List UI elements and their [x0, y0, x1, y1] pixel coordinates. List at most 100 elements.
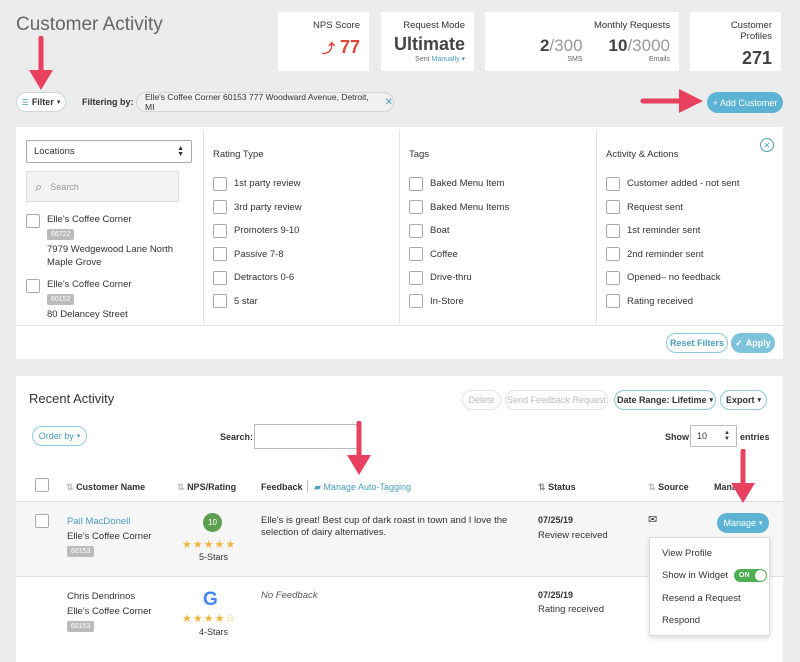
column-source[interactable]: ⇅ Source	[648, 482, 689, 493]
tag-checkbox[interactable]	[409, 294, 423, 309]
rating-type-title: Rating Type	[213, 149, 264, 160]
stars-label: 4-Stars	[199, 627, 229, 637]
manage-button[interactable]: Manage ▾	[717, 513, 769, 533]
rating-checkbox[interactable]	[213, 247, 227, 262]
location-checkbox[interactable]	[26, 214, 40, 228]
row-checkbox[interactable]	[35, 514, 49, 528]
feedback-text: No Feedback	[261, 590, 318, 601]
tag-option[interactable]: In-Store	[409, 290, 509, 314]
activity-option[interactable]: 2nd reminder sent	[606, 243, 739, 267]
rating-checkbox[interactable]	[213, 176, 227, 191]
rating-checkbox[interactable]	[213, 223, 227, 238]
annotation-arrow	[347, 421, 371, 475]
rating-checkbox[interactable]	[213, 270, 227, 285]
rating-option[interactable]: 5 star	[213, 290, 302, 314]
filtering-by-label: Filtering by:	[82, 97, 134, 107]
rating-option[interactable]: 3rd party review	[213, 196, 302, 220]
show-in-widget-label: Show in Widget	[662, 570, 729, 582]
menu-item-resend-request[interactable]: Resend a Request	[650, 587, 769, 610]
location-name: Elle's Coffee Corner	[47, 279, 132, 290]
date-range-label: Date Range: Lifetime	[616, 395, 707, 405]
table-search-input[interactable]	[254, 424, 360, 449]
location-search-input[interactable]: ⌕ Search	[26, 171, 179, 202]
tag-checkbox[interactable]	[409, 200, 423, 215]
column-nps-rating[interactable]: ⇅ NPS/Rating	[177, 482, 236, 493]
customer-profiles-label: Customer Profiles	[730, 20, 772, 42]
date-range-button[interactable]: Date Range: Lifetime ▾	[614, 390, 716, 410]
location-item[interactable]: Elle's Coffee Corner 66722 7979 Wedgewoo…	[26, 214, 196, 268]
select-arrows-icon: ▲ ▼	[177, 144, 184, 158]
activity-option[interactable]: Rating received	[606, 290, 739, 314]
tag-checkbox[interactable]	[409, 176, 423, 191]
rating-option-label: 5 star	[234, 295, 258, 307]
caret-down-icon: ▾	[759, 520, 763, 527]
send-feedback-request-button[interactable]: Send Feedback Request	[505, 390, 608, 410]
status-date: 07/25/19	[538, 590, 574, 600]
rating-option[interactable]: Promoters 9-10	[213, 219, 302, 243]
column-customer-name[interactable]: ⇅ Customer Name	[66, 482, 145, 493]
email-used: 10	[608, 36, 628, 55]
rating-option[interactable]: Detractors 0-6	[213, 266, 302, 290]
activity-column: Activity & Actions Customer added - not …	[606, 149, 739, 313]
search-icon: ⌕	[35, 178, 43, 194]
tag-checkbox[interactable]	[409, 270, 423, 285]
tag-option-label: Drive-thru	[430, 272, 472, 284]
tag-checkbox[interactable]	[409, 247, 423, 262]
activity-checkbox[interactable]	[606, 223, 620, 238]
tag-option[interactable]: Boat	[409, 219, 509, 243]
divider	[203, 130, 204, 324]
tag-option[interactable]: Baked Menu Item	[409, 172, 509, 196]
column-status[interactable]: ⇅ Status	[538, 482, 576, 493]
rating-checkbox[interactable]	[213, 294, 227, 309]
tag-option[interactable]: Drive-thru	[409, 266, 509, 290]
nps-score-badge: 10	[203, 513, 222, 532]
rating-option[interactable]: 1st party review	[213, 172, 302, 196]
close-filters-icon[interactable]: ✕	[760, 138, 774, 152]
tag-option[interactable]: Coffee	[409, 243, 509, 267]
tag-option[interactable]: Baked Menu Items	[409, 196, 509, 220]
tag-checkbox[interactable]	[409, 223, 423, 238]
locations-select[interactable]: Locations ▲ ▼	[26, 140, 192, 163]
filter-button[interactable]: ☰ Filter ▾	[16, 92, 66, 112]
activity-checkbox[interactable]	[606, 176, 620, 191]
show-in-widget-toggle[interactable]: ON	[734, 569, 768, 583]
select-all-checkbox[interactable]	[35, 478, 49, 492]
manage-dropdown-menu: View Profile Show in Widget ON Resend a …	[649, 537, 770, 636]
reset-filters-button[interactable]: Reset Filters	[666, 333, 728, 353]
activity-checkbox[interactable]	[606, 247, 620, 262]
rating-checkbox[interactable]	[213, 200, 227, 215]
customer-name-link[interactable]: Pail MacDonell	[67, 516, 152, 527]
activity-option[interactable]: 1st reminder sent	[606, 219, 739, 243]
close-icon[interactable]: ✕	[385, 97, 393, 108]
email-icon: ✉	[648, 514, 658, 526]
menu-item-view-profile[interactable]: View Profile	[650, 542, 769, 565]
add-customer-button[interactable]: + Add Customer	[707, 92, 783, 113]
location-name: Elle's Coffee Corner	[47, 214, 132, 225]
customer-name[interactable]: Chris Dendrinos	[67, 591, 152, 602]
apply-button[interactable]: ✓ Apply	[731, 333, 775, 353]
location-item[interactable]: Elle's Coffee Corner 60152 80 Delancey S…	[26, 279, 196, 322]
entries-select[interactable]: 10 ▲ ▼	[690, 425, 737, 447]
menu-item-show-in-widget[interactable]: Show in Widget ON	[650, 565, 769, 588]
email-total: /3000	[627, 36, 670, 55]
export-button[interactable]: Export ▾	[720, 390, 767, 410]
manage-auto-tagging-link[interactable]: ▰ Manage Auto-Tagging	[314, 482, 411, 493]
rating-option[interactable]: Passive 7-8	[213, 243, 302, 267]
activity-checkbox[interactable]	[606, 270, 620, 285]
toggle-knob	[755, 570, 767, 582]
activity-option[interactable]: Opened– no feedback	[606, 266, 739, 290]
activity-option[interactable]: Request sent	[606, 196, 739, 220]
tag-option-label: Baked Menu Items	[430, 201, 510, 213]
order-by-button[interactable]: Order by ▾	[32, 426, 87, 446]
request-mode-link[interactable]: Manually	[432, 56, 460, 63]
activity-checkbox[interactable]	[606, 294, 620, 309]
menu-item-respond[interactable]: Respond	[650, 610, 769, 633]
location-checkbox[interactable]	[26, 279, 40, 293]
activity-checkbox[interactable]	[606, 200, 620, 215]
delete-button[interactable]: Delete	[462, 390, 501, 410]
rating-option-label: Promoters 9-10	[234, 225, 300, 237]
customer-location: Elle's Coffee Corner	[67, 606, 152, 617]
request-mode-value: Ultimate	[393, 34, 465, 54]
column-label: Source	[658, 482, 689, 492]
activity-option[interactable]: Customer added - not sent	[606, 172, 739, 196]
